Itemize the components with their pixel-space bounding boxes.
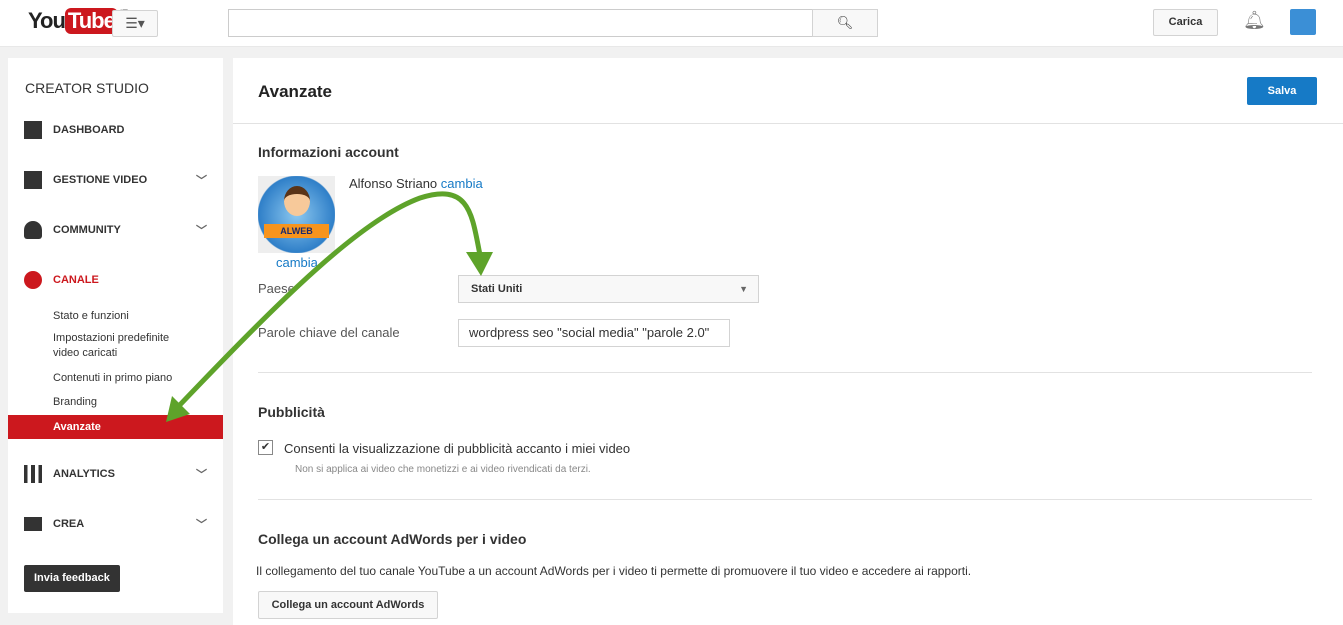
ads-checkbox[interactable]: ✔ [258, 440, 273, 455]
sidebar-item-create[interactable]: CREA ﹀ [8, 512, 223, 536]
menu-icon: ☰▾ [125, 15, 145, 31]
avatar[interactable] [1290, 9, 1316, 35]
keywords-input[interactable]: wordpress seo "social media" "parole 2.0… [458, 319, 730, 347]
caret-down-icon: ▼ [739, 284, 748, 294]
adwords-heading: Collega un account AdWords per i video [258, 531, 527, 547]
sidebar-item-community[interactable]: COMMUNITY ﹀ [8, 218, 223, 242]
avatar-face [284, 186, 310, 216]
divider [233, 123, 1343, 124]
name-change-link[interactable]: cambia [441, 176, 483, 191]
camera-icon [24, 517, 42, 531]
keywords-label: Parole chiave del canale [258, 325, 400, 340]
sidebar-sub-branding[interactable]: Branding [53, 395, 97, 410]
ads-heading: Pubblicità [258, 404, 325, 420]
country-label: Paese [258, 281, 295, 296]
adwords-description: Il collegamento del tuo canale YouTube a… [256, 564, 972, 578]
search-icon: 🔍︎ [836, 15, 854, 30]
video-manager-icon [24, 171, 42, 189]
sidebar-item-channel[interactable]: CANALE [8, 268, 223, 292]
sidebar-sub-featured[interactable]: Contenuti in primo piano [53, 371, 172, 386]
sidebar-item-video-manager[interactable]: GESTIONE VIDEO ﹀ [8, 168, 223, 192]
community-icon [24, 221, 42, 239]
search-button[interactable]: 🔍︎ [812, 9, 878, 37]
avatar-change-link[interactable]: cambia [276, 255, 318, 270]
analytics-icon [24, 465, 42, 483]
guide-menu-button[interactable]: ☰▾ [112, 10, 158, 37]
save-button[interactable]: Salva [1247, 77, 1317, 105]
divider [258, 499, 1312, 500]
page-title: Avanzate [258, 82, 333, 101]
ads-note: Non si applica ai video che monetizzi e … [295, 464, 591, 475]
chevron-down-icon: ﹀ [196, 469, 207, 481]
channel-icon [24, 271, 42, 289]
bell-icon[interactable]: 🔔︎ [1243, 10, 1266, 31]
account-name: Alfonso Striano [349, 176, 438, 191]
sidebar-sub-upload-defaults[interactable]: Impostazioni predefinite video caricati [53, 331, 193, 361]
chevron-down-icon: ﹀ [196, 175, 207, 187]
chevron-down-icon: ﹀ [196, 225, 207, 237]
dashboard-icon [24, 121, 42, 139]
sidebar-sub-advanced[interactable]: Avanzate [8, 415, 223, 439]
account-heading: Informazioni account [258, 144, 399, 160]
sidebar-sub-status[interactable]: Stato e funzioni [53, 309, 129, 324]
sidebar-item-analytics[interactable]: ANALYTICS ﹀ [8, 462, 223, 486]
chevron-down-icon: ﹀ [196, 519, 207, 531]
main-panel: Avanzate Salva Informazioni account ALWE… [233, 58, 1343, 625]
divider [258, 372, 1312, 373]
ads-checkbox-label[interactable]: Consenti la visualizzazione di pubblicit… [284, 441, 630, 456]
link-adwords-button[interactable]: Collega un account AdWords [258, 591, 438, 619]
search-input[interactable] [228, 9, 813, 37]
sidebar: CREATOR STUDIO DASHBOARD GESTIONE VIDEO ﹀… [8, 58, 223, 613]
channel-avatar: ALWEB [258, 176, 335, 253]
feedback-button[interactable]: Invia feedback [24, 565, 120, 592]
avatar-banner-text: ALWEB [264, 224, 329, 238]
creator-studio-title: CREATOR STUDIO [25, 80, 149, 96]
top-bar: YouTubeIT ☰▾ 🔍︎ Carica 🔔︎ [0, 0, 1343, 47]
sidebar-item-dashboard[interactable]: DASHBOARD [8, 118, 223, 142]
upload-button[interactable]: Carica [1153, 9, 1218, 36]
country-select[interactable]: Stati Uniti ▼ [458, 275, 759, 303]
